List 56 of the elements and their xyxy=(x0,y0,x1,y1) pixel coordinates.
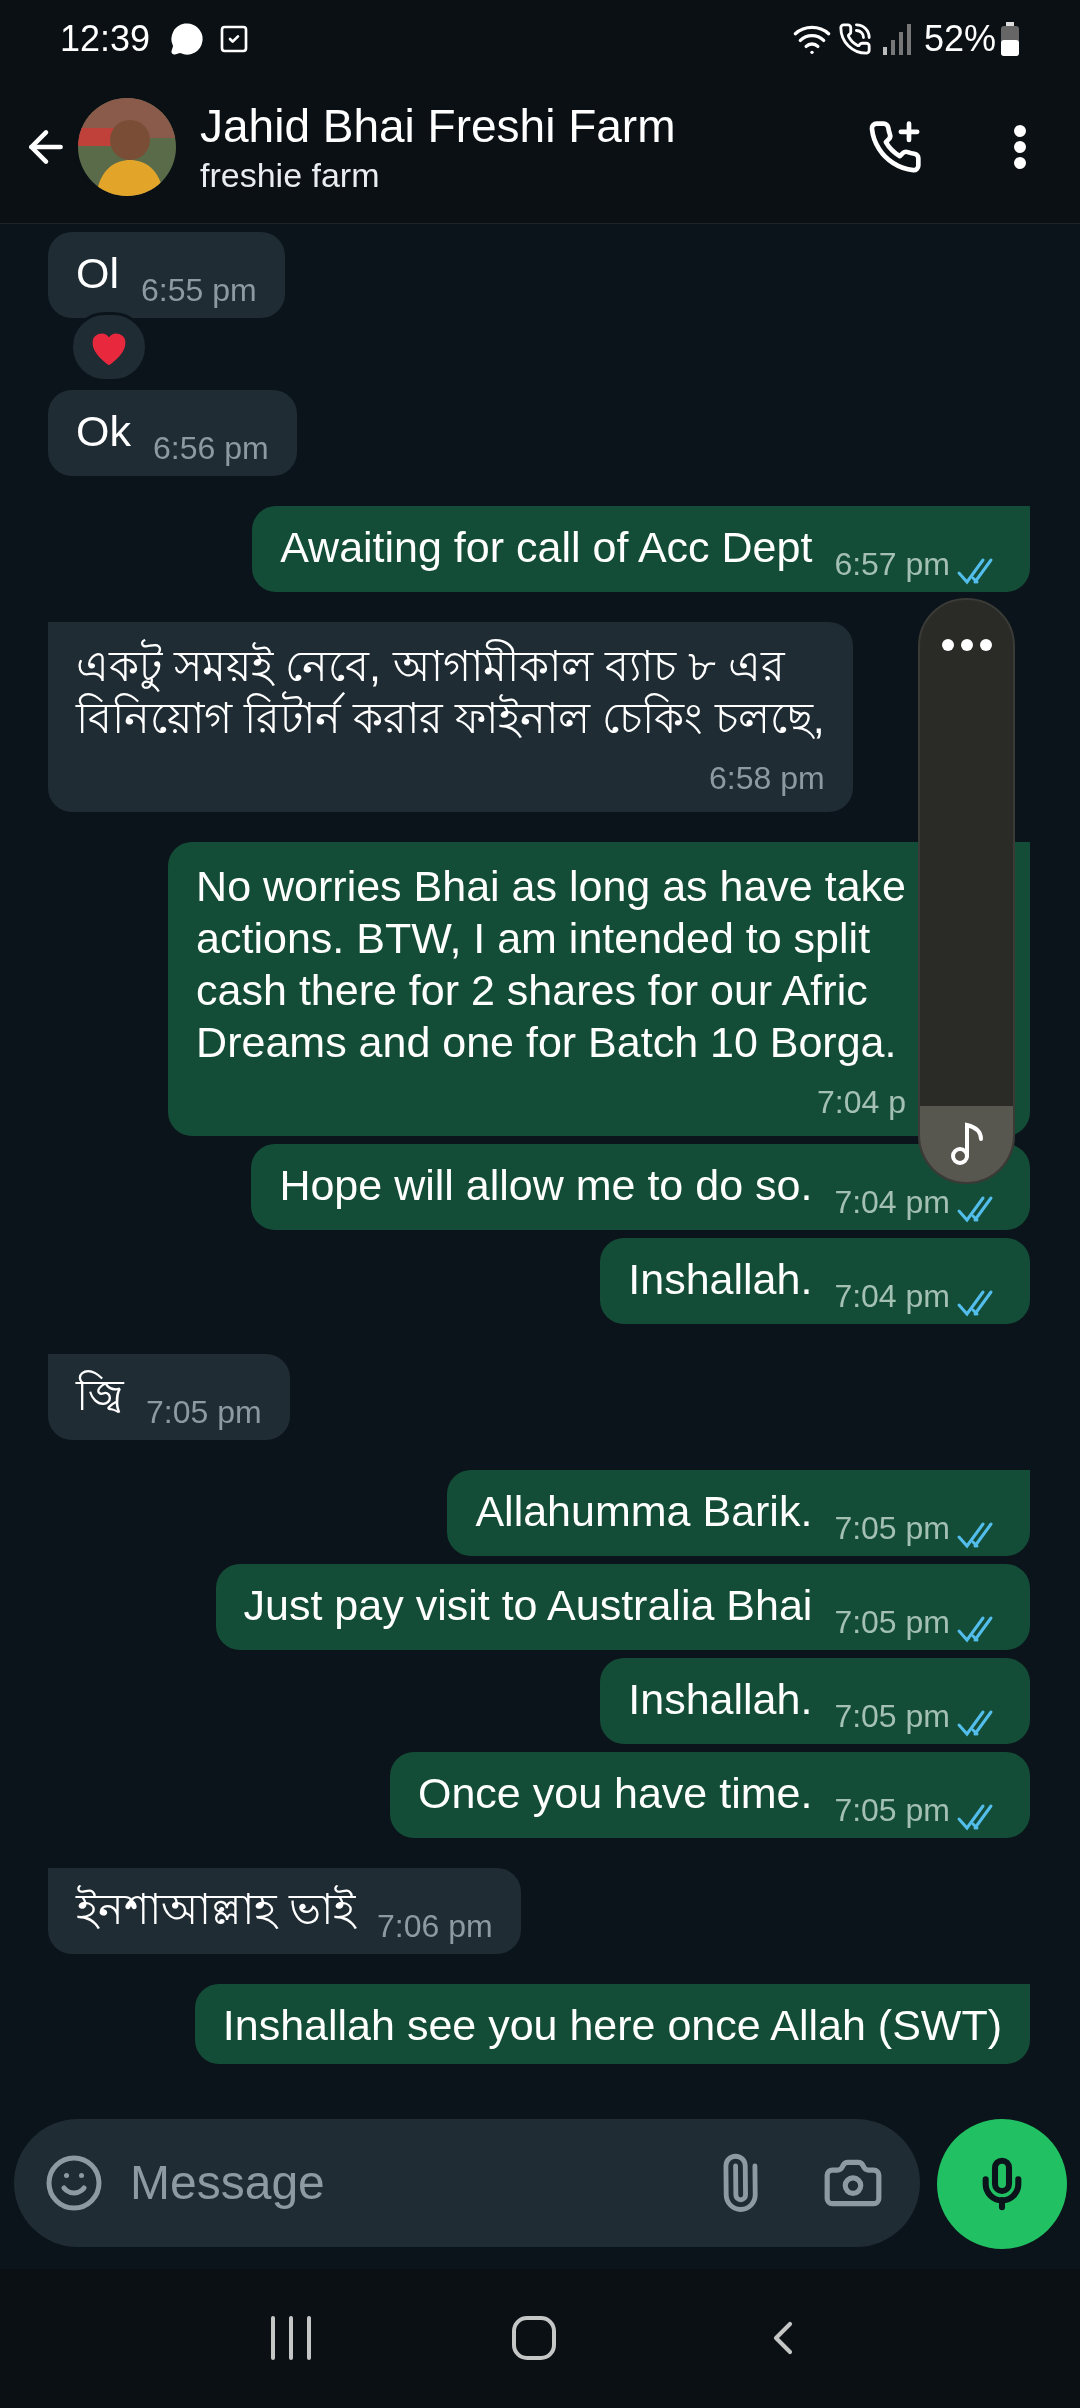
outgoing-message-bubble[interactable]: Hope will allow me to do so. 7:04 pm xyxy=(251,1143,1030,1230)
message-time: 6:55 pm xyxy=(141,270,257,310)
message-text: ইনশাআল্লাহ ভাই xyxy=(76,1883,355,1935)
message-time: 7:05 pm xyxy=(834,1696,950,1736)
message-text: Allahumma Barik. xyxy=(475,1485,813,1537)
incoming-message-bubble[interactable]: ইনশাআল্লাহ ভাই 7:06 pm xyxy=(48,1867,521,1954)
message-time: 7:04 pm xyxy=(834,1182,950,1222)
incoming-message-bubble[interactable]: জ্বি 7:05 pm xyxy=(48,1353,290,1440)
more-vertical-icon xyxy=(1013,124,1027,171)
message-time: 7:05 pm xyxy=(834,1602,950,1642)
battery-icon xyxy=(1000,21,1020,56)
messenger-icon xyxy=(170,21,205,56)
music-note-icon xyxy=(948,1120,985,1167)
message-field[interactable]: Message xyxy=(130,2146,710,2219)
signal-icon xyxy=(881,22,912,55)
outgoing-message-bubble[interactable]: Once you have time. 7:05 pm xyxy=(390,1751,1030,1838)
message-text: একটু সময়ই নেবে, আগামীকাল ব্যাচ ৮ এর বিনিয়োগ রিটার্ন করার ফাইনাল চেকিং চলছে, xyxy=(76,639,825,744)
message-text: জ্বি xyxy=(76,1369,124,1421)
message-time: 7:04 pm xyxy=(834,1276,950,1316)
message-text: Ok xyxy=(76,405,131,457)
message-time: 7:05 pm xyxy=(834,1790,950,1830)
incoming-message-bubble[interactable]: Ok 6:56 pm xyxy=(48,389,297,476)
message-time: 6:56 pm xyxy=(152,428,269,468)
message-text: Once you have time. xyxy=(418,1767,813,1819)
message-time: 6:57 pm xyxy=(834,544,950,584)
message-text: Awaiting for call of Acc Dept xyxy=(280,521,813,573)
message-text: No worries Bhai as long as have take actions. BTW, I am intended to split cash there for 2 shares for our Afric Dreams and one for Batch 10 Borga. xyxy=(196,860,906,1068)
composer-bar[interactable]: Message xyxy=(14,2118,920,2247)
wifi-call-icon xyxy=(837,21,872,56)
message-text: Just pay visit to Australia Bhai xyxy=(243,1579,813,1631)
message-text: Inshallah. xyxy=(628,1253,813,1305)
message-time: 7:05 pm xyxy=(146,1392,262,1432)
message-time: 7:05 pm xyxy=(834,1508,950,1548)
message-text: Inshallah see you here once Allah (SWT) xyxy=(222,2000,1002,2049)
incoming-message-bubble[interactable]: Ol 6:55 pm xyxy=(48,231,285,318)
outgoing-message-bubble[interactable]: Just pay visit to Australia Bhai 7:05 pm xyxy=(215,1563,1030,1650)
message-text: Inshallah. xyxy=(628,1673,813,1725)
incoming-message-bubble[interactable]: একটু সময়ই নেবে, আগামীকাল ব্যাচ ৮ এর বিনিয়োগ রিটার্ন করার ফাইনাল চেকিং চলছে, 6:58 pm xyxy=(48,621,853,812)
music-section[interactable] xyxy=(920,1105,1013,1182)
outgoing-message-bubble[interactable]: Awaiting for call of Acc Dept 6:57 pm xyxy=(252,505,1030,592)
status-time: 12:39 xyxy=(60,16,151,61)
message-time: 7:06 pm xyxy=(376,1906,493,1946)
contact-name[interactable]: Jahid Bhai Freshi Farm xyxy=(200,98,676,155)
battery-percent: 52% xyxy=(923,16,996,61)
recent-apps-icon[interactable] xyxy=(269,2315,314,2362)
contact-subtitle: freshie farm xyxy=(200,155,381,197)
outgoing-message-bubble[interactable]: Allahumma Barik. 7:05 pm xyxy=(447,1469,1030,1556)
outgoing-message-bubble[interactable]: Inshallah see you here once Allah (SWT) xyxy=(194,1983,1030,2064)
message-time: 6:58 pm xyxy=(709,758,825,798)
more-icon xyxy=(940,637,993,652)
message-text: Ol xyxy=(76,247,119,299)
outgoing-message-bubble[interactable]: Inshallah. 7:05 pm xyxy=(600,1657,1030,1744)
outgoing-message-bubble[interactable]: Inshallah. 7:04 pm xyxy=(600,1237,1030,1324)
message-time: 7:04 p xyxy=(817,1082,906,1122)
home-icon[interactable] xyxy=(512,2316,556,2361)
message-text: Hope will allow me to do so. xyxy=(279,1159,813,1211)
